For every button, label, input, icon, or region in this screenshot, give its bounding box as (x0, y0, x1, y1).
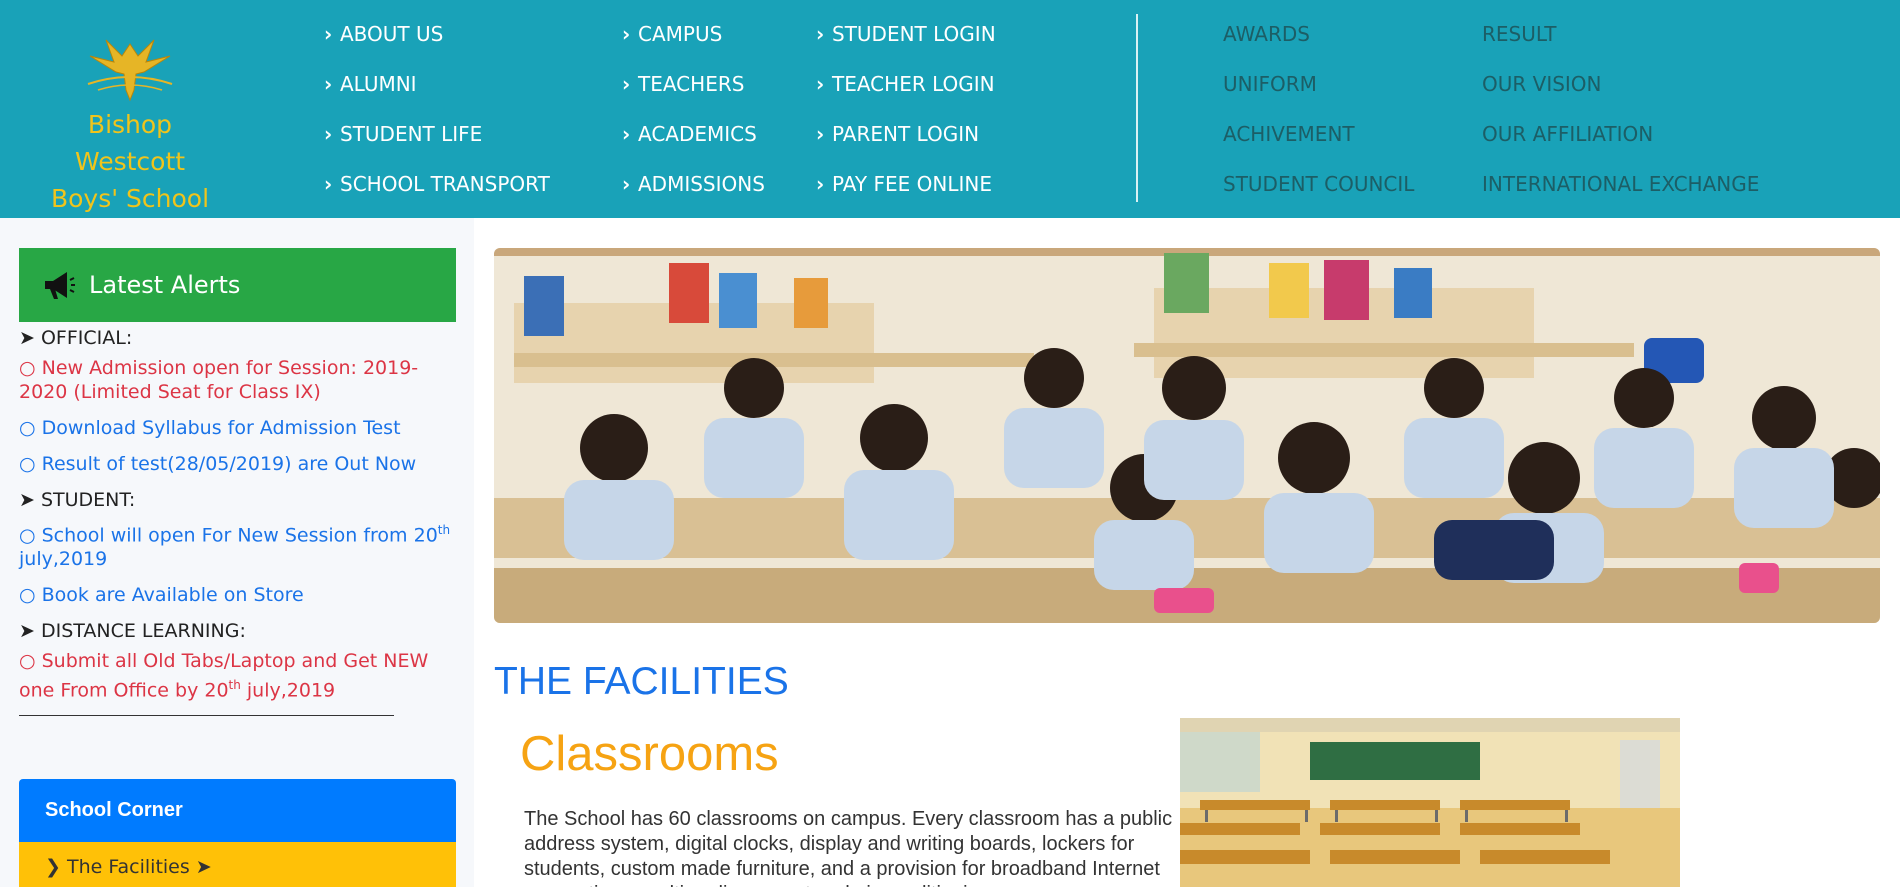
hero-classroom-photo (494, 248, 1880, 623)
megaphone-icon (45, 272, 75, 299)
sidebar-divider (19, 715, 394, 716)
chevron-right-icon: › (324, 72, 333, 96)
alert-school-open[interactable]: ○ School will open For New Session from … (19, 518, 459, 571)
chevron-right-icon: › (816, 172, 825, 196)
nav-international-exchange[interactable]: INTERNATIONAL EXCHANGE (1482, 168, 1759, 218)
chevron-right-icon: › (816, 72, 825, 96)
alert-category-student: ➤ STUDENT: (19, 489, 136, 511)
facilities-heading: THE FACILITIES (494, 660, 789, 703)
chevron-right-icon: › (622, 122, 631, 146)
nav-student-login[interactable]: › STUDENT LOGIN (816, 18, 996, 68)
chevron-right-icon: › (816, 122, 825, 146)
alerts-list: ➤ OFFICIAL: ○ New Admission open for Ses… (19, 326, 459, 703)
nav-column-5: RESULT OUR VISION OUR AFFILIATION INTERN… (1482, 18, 1759, 218)
chevron-right-icon: › (816, 22, 825, 46)
classrooms-description: The School has 60 classrooms on campus. … (524, 808, 1173, 887)
chevron-right-icon: › (622, 72, 631, 96)
nav-column-4: AWARDS UNIFORM ACHIVEMENT STUDENT COUNCI… (1223, 18, 1414, 218)
sidebar: Latest Alerts ➤ OFFICIAL: ○ New Admissio… (0, 218, 474, 887)
nav-awards[interactable]: AWARDS (1223, 18, 1414, 68)
nav-column-2: › CAMPUS › TEACHERS › ACADEMICS › ADMISSIONS (622, 18, 765, 218)
nav-student-council[interactable]: STUDENT COUNCIL (1223, 168, 1414, 218)
nav-our-affiliation[interactable]: OUR AFFILIATION (1482, 118, 1759, 168)
school-corner-header: School Corner (19, 779, 456, 842)
classrooms-heading: Classrooms (520, 727, 779, 781)
nav-campus[interactable]: › CAMPUS (622, 18, 765, 68)
chevron-right-icon: › (324, 172, 333, 196)
alert-test-result[interactable]: ○ Result of test(28/05/2019) are Out Now (19, 452, 459, 476)
nav-about-us[interactable]: › ABOUT US (324, 18, 550, 68)
latest-alerts-header: Latest Alerts (19, 248, 456, 322)
alert-category-official: ➤ OFFICIAL: (19, 327, 133, 349)
chevron-right-icon: › (622, 22, 631, 46)
nav-column-1: › ABOUT US › ALUMNI › STUDENT LIFE › SCHOOL … (324, 18, 550, 218)
classroom-photo (1180, 718, 1680, 887)
site-header: Bishop Westcott Boys' School › ABOUT US ›… (0, 0, 1900, 218)
school-name-line1: Bishop Westcott (74, 110, 186, 176)
nav-achivement[interactable]: ACHIVEMENT (1223, 118, 1414, 168)
nav-admissions[interactable]: › ADMISSIONS (622, 168, 765, 218)
nav-parent-login[interactable]: › PARENT LOGIN (816, 118, 996, 168)
eagle-emblem-icon (87, 39, 173, 102)
alert-books-available[interactable]: ○ Book are Available on Store (19, 583, 459, 607)
nav-result[interactable]: RESULT (1482, 18, 1759, 68)
students-classroom-illustration (494, 248, 1880, 623)
alert-category-distance: ➤ DISTANCE LEARNING: (19, 620, 246, 643)
nav-alumni[interactable]: › ALUMNI (324, 68, 550, 118)
nav-pay-fee-online[interactable]: › PAY FEE ONLINE (816, 168, 996, 218)
alert-submit-tabs[interactable]: ○ Submit all Old Tabs/Laptop and Get NEW… (19, 649, 459, 702)
nav-uniform[interactable]: UNIFORM (1223, 68, 1414, 118)
empty-classroom-illustration (1180, 718, 1680, 887)
alert-download-syllabus[interactable]: ○ Download Syllabus for Admission Test (19, 416, 459, 440)
chevron-right-icon: › (324, 122, 333, 146)
nav-our-vision[interactable]: OUR VISION (1482, 68, 1759, 118)
nav-teachers[interactable]: › TEACHERS (622, 68, 765, 118)
chevron-right-icon: › (622, 172, 631, 196)
school-name-line2: Boys' School (50, 184, 210, 213)
nav-divider (1136, 14, 1138, 202)
nav-student-life[interactable]: › STUDENT LIFE (324, 118, 550, 168)
nav-column-3: › STUDENT LOGIN › TEACHER LOGIN › PARENT LO… (816, 18, 996, 218)
nav-teacher-login[interactable]: › TEACHER LOGIN (816, 68, 996, 118)
nav-academics[interactable]: › ACADEMICS (622, 118, 765, 168)
nav-school-transport[interactable]: › SCHOOL TRANSPORT (324, 168, 550, 218)
school-logo[interactable]: Bishop Westcott Boys' School (30, 34, 230, 217)
chevron-right-icon: › (324, 22, 333, 46)
latest-alerts-title: Latest Alerts (89, 271, 241, 299)
school-corner-facilities-link[interactable]: ❯ The Facilities ➤ (19, 842, 456, 887)
alert-new-admission[interactable]: ○ New Admission open for Session: 2019-2… (19, 356, 459, 404)
